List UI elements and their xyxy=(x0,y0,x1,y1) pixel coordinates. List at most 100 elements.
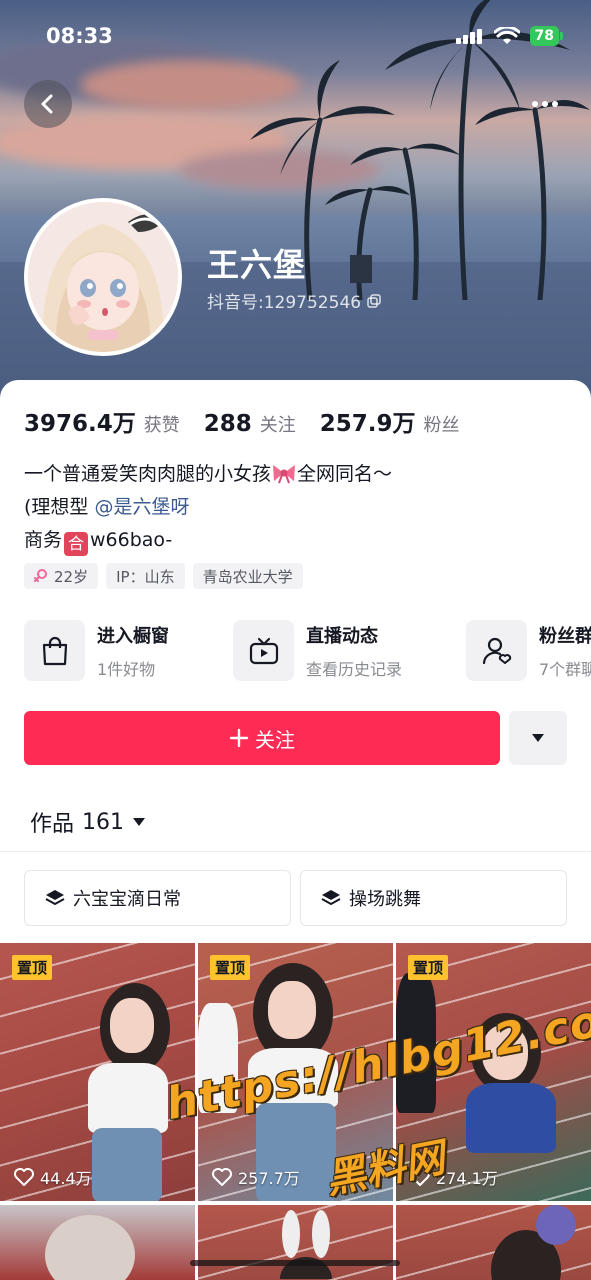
bio-text: 全网同名～ xyxy=(297,463,393,485)
feature-subtitle: 查看历史记录 xyxy=(306,659,403,679)
tag-text: 22岁 xyxy=(54,567,89,586)
stat-label: 粉丝 xyxy=(423,415,460,436)
bunny-ears xyxy=(280,1210,332,1279)
likes-count: 257.7万 xyxy=(238,1169,300,1188)
mention-link[interactable]: @是六堡呀 xyxy=(94,496,189,518)
battery-tip xyxy=(560,32,563,40)
bow-emoji-icon xyxy=(273,465,296,484)
heart-icon xyxy=(14,1168,34,1186)
stat-label: 关注 xyxy=(259,415,296,436)
plus-icon xyxy=(229,728,249,748)
bio-line: (理想型 @是六堡呀 xyxy=(24,491,392,524)
collection-daily[interactable]: 六宝宝滴日常 xyxy=(24,870,291,926)
video-thumbnail[interactable]: 置顶 44.4万 xyxy=(0,943,195,1201)
female-icon xyxy=(34,569,47,582)
divider xyxy=(0,851,591,852)
feature-title: 直播动态 xyxy=(306,625,378,647)
cellular-signal-icon xyxy=(455,29,482,44)
avatar-illustration xyxy=(28,202,178,352)
feature-shop-window[interactable]: 进入橱窗 1件好物 xyxy=(24,620,169,681)
feature-icon-box xyxy=(233,620,294,681)
layers-icon xyxy=(321,890,341,905)
status-time: 08:33 xyxy=(46,24,113,48)
home-indicator[interactable] xyxy=(190,1260,400,1266)
status-icons: 78 xyxy=(455,26,563,46)
more-dot xyxy=(532,101,538,107)
figure-jeans xyxy=(92,1128,162,1201)
he-emoji-icon: 合 xyxy=(64,532,89,556)
bio-line: 一个普通爱笑肉肉腿的小女孩 全网同名～ xyxy=(24,458,392,491)
feature-subtitle: 1件好物 xyxy=(97,659,156,679)
douyin-id-text: 抖音号:129752546 xyxy=(207,293,362,313)
pinned-badge: 置顶 xyxy=(408,955,449,980)
wifi-icon xyxy=(493,27,520,44)
stat-label: 获赞 xyxy=(143,415,180,436)
caret-down-icon xyxy=(532,734,544,742)
tag-text: 青岛农业大学 xyxy=(202,567,293,586)
back-button[interactable] xyxy=(24,80,72,128)
fans-group-icon xyxy=(482,637,511,664)
bio-line: 商务合 w66bao- xyxy=(24,524,392,557)
pinned-badge: 置顶 xyxy=(12,955,53,980)
nickname: 王六堡 xyxy=(207,246,307,284)
video-likes: 44.4万 xyxy=(14,1165,92,1189)
feature-live-history[interactable]: 直播动态 查看历史记录 xyxy=(233,620,402,681)
collection-label: 六宝宝滴日常 xyxy=(73,889,181,910)
chevron-left-icon xyxy=(41,94,53,114)
feature-icon-box xyxy=(24,620,85,681)
stat-likes: 3976.4万 获赞 xyxy=(24,404,180,438)
feature-row: 进入橱窗 1件好物 直播动态 查看历史记录 粉丝群 7个群聊 xyxy=(24,620,591,682)
bio-text: w66bao- xyxy=(90,529,173,551)
figure-shirt xyxy=(466,1083,556,1153)
recommend-dropdown-button[interactable] xyxy=(509,711,567,765)
collection-dance[interactable]: 操场跳舞 xyxy=(300,870,567,926)
tag-school[interactable]: 青岛农业大学 xyxy=(192,563,303,589)
stat-following[interactable]: 288 关注 xyxy=(204,411,296,437)
battery-indicator: 78 xyxy=(529,26,559,46)
tag-age: 22岁 xyxy=(24,563,99,589)
stat-value: 3976.4万 xyxy=(24,411,136,437)
stat-followers[interactable]: 257.9万 粉丝 xyxy=(320,404,460,438)
feature-icon-box xyxy=(466,620,527,681)
feature-title: 进入橱窗 xyxy=(97,625,169,647)
video-thumbnail[interactable] xyxy=(0,1205,195,1280)
stats-row: 3976.4万 获赞 288 关注 257.9万 粉丝 xyxy=(24,404,460,438)
hair-accessory xyxy=(536,1205,576,1245)
more-dot xyxy=(552,101,558,107)
collection-label: 操场跳舞 xyxy=(349,889,421,910)
figure-shirt xyxy=(88,1063,168,1133)
profile-card: 3976.4万 获赞 288 关注 257.9万 粉丝 一个普通爱笑肉肉腿的小女… xyxy=(0,380,591,1280)
bio-text: 商务 xyxy=(24,529,63,551)
likes-count: 44.4万 xyxy=(40,1169,92,1188)
copy-icon[interactable] xyxy=(367,293,381,308)
tab-works[interactable]: 作品 161 xyxy=(30,806,146,838)
profile-tags: 22岁 IP：山东 青岛农业大学 xyxy=(24,563,303,589)
video-likes: 257.7万 xyxy=(212,1165,300,1189)
heart-icon xyxy=(212,1168,232,1186)
caret-down-icon xyxy=(133,818,146,826)
feature-subtitle: 7个群聊 xyxy=(539,659,591,679)
shopping-bag-icon xyxy=(42,636,67,665)
follow-button[interactable]: 关注 xyxy=(24,711,500,765)
tv-icon xyxy=(249,637,278,664)
feature-fans-group[interactable]: 粉丝群 7个群聊 xyxy=(466,620,591,681)
douyin-id[interactable]: 抖音号:129752546 xyxy=(207,288,381,313)
bio: 一个普通爱笑肉肉腿的小女孩 全网同名～ (理想型 @是六堡呀 商务合 w66bao… xyxy=(24,458,392,557)
stat-value: 288 xyxy=(203,411,252,437)
video-thumbnail[interactable] xyxy=(198,1205,393,1280)
follow-label: 关注 xyxy=(255,727,295,752)
feature-title: 粉丝群 xyxy=(539,625,591,647)
layers-icon xyxy=(45,890,65,905)
pinned-badge: 置顶 xyxy=(210,955,251,980)
video-grid: 置顶 44.4万 置顶 257.7万 置顶 274.1万 xyxy=(0,943,591,1280)
bio-text: 一个普通爱笑肉肉腿的小女孩 xyxy=(24,463,272,485)
stat-value: 257.9万 xyxy=(319,411,416,437)
video-thumbnail[interactable] xyxy=(396,1205,591,1280)
more-dot xyxy=(542,101,548,107)
figure-face xyxy=(110,998,154,1053)
avatar[interactable] xyxy=(24,198,182,356)
more-options-button[interactable] xyxy=(525,86,565,122)
figure-hair xyxy=(45,1215,135,1280)
tag-text: IP：山东 xyxy=(116,567,175,586)
figure-face xyxy=(268,981,316,1039)
